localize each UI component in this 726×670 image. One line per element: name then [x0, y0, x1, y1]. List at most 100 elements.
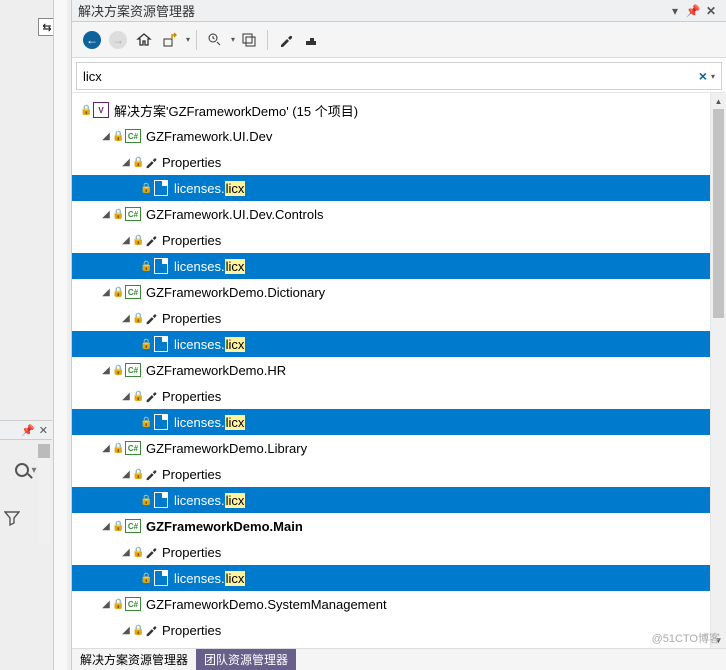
file-node[interactable]: 🔒licenses.licx	[72, 565, 710, 591]
collapse-all-button[interactable]	[237, 28, 261, 52]
pin-icon[interactable]: 📌	[21, 424, 35, 437]
file-label: licenses.licx	[174, 571, 245, 586]
properties-node[interactable]: ◢🔒 Properties	[72, 461, 710, 487]
csharp-project-icon: C#	[124, 595, 142, 613]
file-label: licenses.licx	[174, 415, 245, 430]
file-node[interactable]: 🔒licenses.licx	[72, 253, 710, 279]
properties-button[interactable]	[274, 28, 298, 52]
lock-icon: 🔒	[112, 443, 122, 454]
search-icon[interactable]	[15, 463, 29, 477]
sync-button[interactable]	[158, 28, 182, 52]
csharp-project-icon: C#	[124, 283, 142, 301]
lock-icon: 🔒	[132, 547, 142, 558]
lock-icon: 🔒	[80, 105, 90, 116]
search-input[interactable]	[83, 69, 695, 84]
expander-icon[interactable]: ◢	[100, 520, 112, 532]
pending-changes-button[interactable]	[203, 28, 227, 52]
file-icon	[152, 179, 170, 197]
dropdown-caret-icon: ▾	[31, 465, 36, 476]
project-node[interactable]: ◢🔒C#GZFramework.UI.Dev	[72, 123, 710, 149]
file-label: licenses.licx	[174, 493, 245, 508]
lock-icon: 🔒	[112, 365, 122, 376]
scroll-down-button[interactable]: ▼	[711, 632, 726, 648]
tab-team-explorer[interactable]: 团队资源管理器	[196, 649, 296, 670]
solution-explorer-panel: 解决方案资源管理器 ▾ 📌 ✕ ← → ▾ ▾ × ▾	[72, 0, 726, 670]
file-node[interactable]: 🔒licenses.licx	[72, 409, 710, 435]
expander-icon[interactable]: ◢	[120, 624, 132, 636]
properties-node[interactable]: ◢🔒Properties	[72, 305, 710, 331]
file-label: licenses.licx	[174, 259, 245, 274]
properties-label: Properties	[162, 467, 221, 482]
wrench-icon	[144, 467, 158, 481]
properties-label: Properties	[162, 233, 221, 248]
expander-icon[interactable]: ◢	[100, 442, 112, 454]
expander-icon[interactable]: ◢	[120, 390, 132, 402]
project-label: GZFrameworkDemo.Dictionary	[146, 285, 325, 300]
tool-window-tabs: 解决方案资源管理器 团队资源管理器	[72, 648, 726, 670]
vertical-scrollbar[interactable]: ▲ ▼	[710, 93, 726, 648]
search-options-caret[interactable]: ▾	[711, 72, 715, 81]
tree-view[interactable]: 🔒V解决方案'GZFrameworkDemo' (15 个项目)◢🔒C#GZFr…	[72, 93, 710, 648]
properties-label: Properties	[162, 389, 221, 404]
close-icon[interactable]: ✕	[39, 424, 48, 437]
wrench-icon	[144, 311, 158, 325]
file-icon	[152, 491, 170, 509]
show-all-files-button[interactable]	[300, 28, 324, 52]
left-docked-area: ⇆ 📌 ✕ ▾	[0, 0, 72, 670]
properties-node[interactable]: ◢🔒 Properties	[72, 383, 710, 409]
project-node[interactable]: ◢🔒C#GZFrameworkDemo.Dictionary	[72, 279, 710, 305]
close-button[interactable]: ✕	[702, 4, 720, 18]
tab-solution-explorer[interactable]: 解决方案资源管理器	[72, 649, 196, 670]
pin-button[interactable]: 📌	[684, 4, 702, 18]
project-label: GZFramework.UI.Dev	[146, 129, 272, 144]
search-bar: × ▾	[76, 62, 722, 90]
project-node[interactable]: ◢🔒C#GZFrameworkDemo.HR	[72, 357, 710, 383]
properties-node[interactable]: ◢🔒Properties	[72, 617, 710, 643]
expander-icon[interactable]: ◢	[100, 598, 112, 610]
scrollbar-thumb[interactable]	[713, 109, 724, 318]
expander-icon[interactable]: ◢	[100, 130, 112, 142]
project-label: GZFrameworkDemo.SystemManagement	[146, 597, 387, 612]
window-options-button[interactable]: ▾	[666, 4, 684, 18]
expander-icon[interactable]: ◢	[120, 546, 132, 558]
solution-node[interactable]: 🔒V解决方案'GZFrameworkDemo' (15 个项目)	[72, 97, 710, 123]
expander-icon[interactable]: ◢	[100, 208, 112, 220]
lock-icon: 🔒	[132, 469, 142, 480]
toolbar-caret-icon[interactable]: ▾	[186, 35, 190, 44]
file-icon	[152, 413, 170, 431]
properties-label: Properties	[162, 545, 221, 560]
properties-node[interactable]: ◢🔒Properties	[72, 149, 710, 175]
lock-icon: 🔒	[132, 391, 142, 402]
lock-icon: 🔒	[132, 157, 142, 168]
expander-icon[interactable]: ◢	[100, 364, 112, 376]
expander-icon[interactable]: ◢	[120, 468, 132, 480]
lock-icon: 🔒	[140, 183, 150, 194]
properties-node[interactable]: ◢🔒 Properties	[72, 539, 710, 565]
project-label: GZFrameworkDemo.HR	[146, 363, 286, 378]
project-node[interactable]: ◢🔒C#GZFrameworkDemo.Library	[72, 435, 710, 461]
lock-icon: 🔒	[140, 339, 150, 350]
nav-back-button[interactable]: ←	[80, 28, 104, 52]
file-label: licenses.licx	[174, 337, 245, 352]
file-node[interactable]: 🔒licenses.licx	[72, 175, 710, 201]
properties-node[interactable]: ◢🔒Properties	[72, 227, 710, 253]
project-label: GZFrameworkDemo.Main	[146, 519, 303, 534]
expander-icon[interactable]: ◢	[120, 156, 132, 168]
toolbar-caret-icon[interactable]: ▾	[231, 35, 235, 44]
file-node[interactable]: 🔒 licenses.licx	[72, 331, 710, 357]
expander-icon[interactable]: ◢	[120, 312, 132, 324]
lock-icon: 🔒	[112, 209, 122, 220]
file-node[interactable]: 🔒licenses.licx	[72, 487, 710, 513]
clear-search-button[interactable]: ×	[695, 68, 711, 84]
expander-icon[interactable]: ◢	[120, 234, 132, 246]
expander-icon[interactable]: ◢	[100, 286, 112, 298]
home-button[interactable]	[132, 28, 156, 52]
scroll-up-button[interactable]: ▲	[711, 93, 726, 109]
project-node[interactable]: ◢🔒C#GZFramework.UI.Dev.Controls	[72, 201, 710, 227]
project-node[interactable]: ◢🔒C# GZFrameworkDemo.SystemManagement	[72, 591, 710, 617]
wrench-icon	[144, 155, 158, 169]
lock-icon: 🔒	[112, 599, 122, 610]
project-node[interactable]: ◢🔒C#GZFrameworkDemo.Main	[72, 513, 710, 539]
side-scrollbar[interactable]	[38, 444, 50, 544]
filter-icon[interactable]	[4, 510, 20, 529]
